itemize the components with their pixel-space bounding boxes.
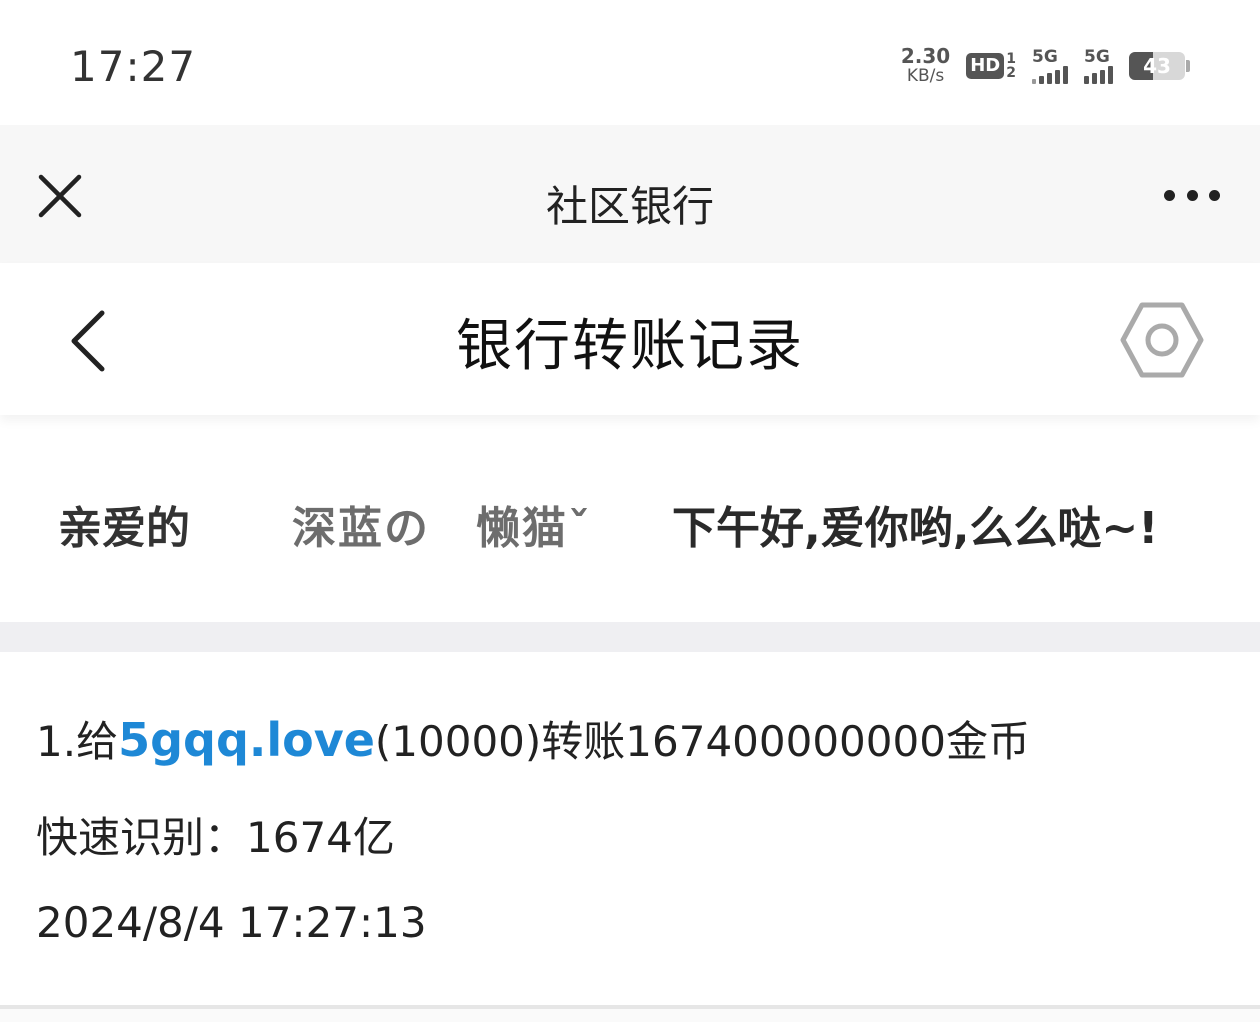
more-options-button[interactable]	[1164, 180, 1220, 210]
quick-recognition: 快速识别：1674亿	[36, 804, 395, 865]
transfer-record[interactable]: 1.给5gqq.love(10000)转账167400000000金币 快速识别…	[0, 652, 1260, 1007]
status-bar: 17:27 2.30 KB/s HD 1 2 5G 5G 43	[0, 0, 1260, 125]
greeting-salutation: 亲爱的	[58, 503, 190, 554]
settings-button[interactable]	[1120, 301, 1204, 379]
hd-sim-top: 1	[1006, 51, 1016, 67]
signal-icon-sim2: 5G	[1084, 46, 1113, 84]
quick-label: 快速识别：	[36, 813, 247, 862]
record-detail: (10000)转账167400000000金币	[374, 717, 1030, 766]
greeting-username: 深蓝の 懒猫ˇ	[292, 503, 592, 554]
top-nav-bar: 社区银行	[0, 125, 1260, 263]
hd-voice-icon: HD 1 2	[966, 52, 1016, 80]
network-speed-unit: KB/s	[906, 66, 945, 86]
hd-label: HD	[966, 53, 1005, 79]
battery-level: 43	[1143, 54, 1171, 78]
status-time: 17:27	[70, 42, 197, 91]
battery-icon: 43	[1129, 52, 1190, 80]
greeting-message: 下午好,爱你哟,么么哒~!	[672, 503, 1159, 554]
app-title: 社区银行	[545, 182, 714, 231]
network-speed: 2.30 KB/s	[901, 46, 950, 86]
signal2-label: 5G	[1084, 46, 1110, 67]
signal-icon-sim1: 5G	[1032, 46, 1068, 84]
quick-value: 1674亿	[246, 813, 395, 862]
network-speed-value: 2.30	[900, 44, 951, 68]
greeting-banner: 亲爱的 深蓝の 懒猫ˇ 下午好,爱你哟,么么哒~!	[0, 430, 1260, 622]
record-summary: 1.给5gqq.love(10000)转账167400000000金币	[36, 708, 1030, 769]
page-header: 银行转账记录	[0, 263, 1260, 415]
bottom-area	[0, 1009, 1260, 1022]
page-title: 银行转账记录	[456, 314, 804, 379]
hexagon-settings-icon	[1120, 302, 1204, 378]
record-timestamp: 2024/8/4 17:27:13	[36, 898, 427, 947]
signal1-label: 5G	[1032, 46, 1058, 67]
recipient-link[interactable]: 5gqq.love	[118, 713, 375, 767]
section-divider	[0, 622, 1260, 652]
more-dots-icon	[1164, 189, 1175, 201]
status-indicators: 2.30 KB/s HD 1 2 5G 5G 43	[901, 44, 1190, 88]
hd-sim-bottom: 2	[1006, 65, 1016, 81]
record-prefix: 1.给	[36, 717, 119, 766]
